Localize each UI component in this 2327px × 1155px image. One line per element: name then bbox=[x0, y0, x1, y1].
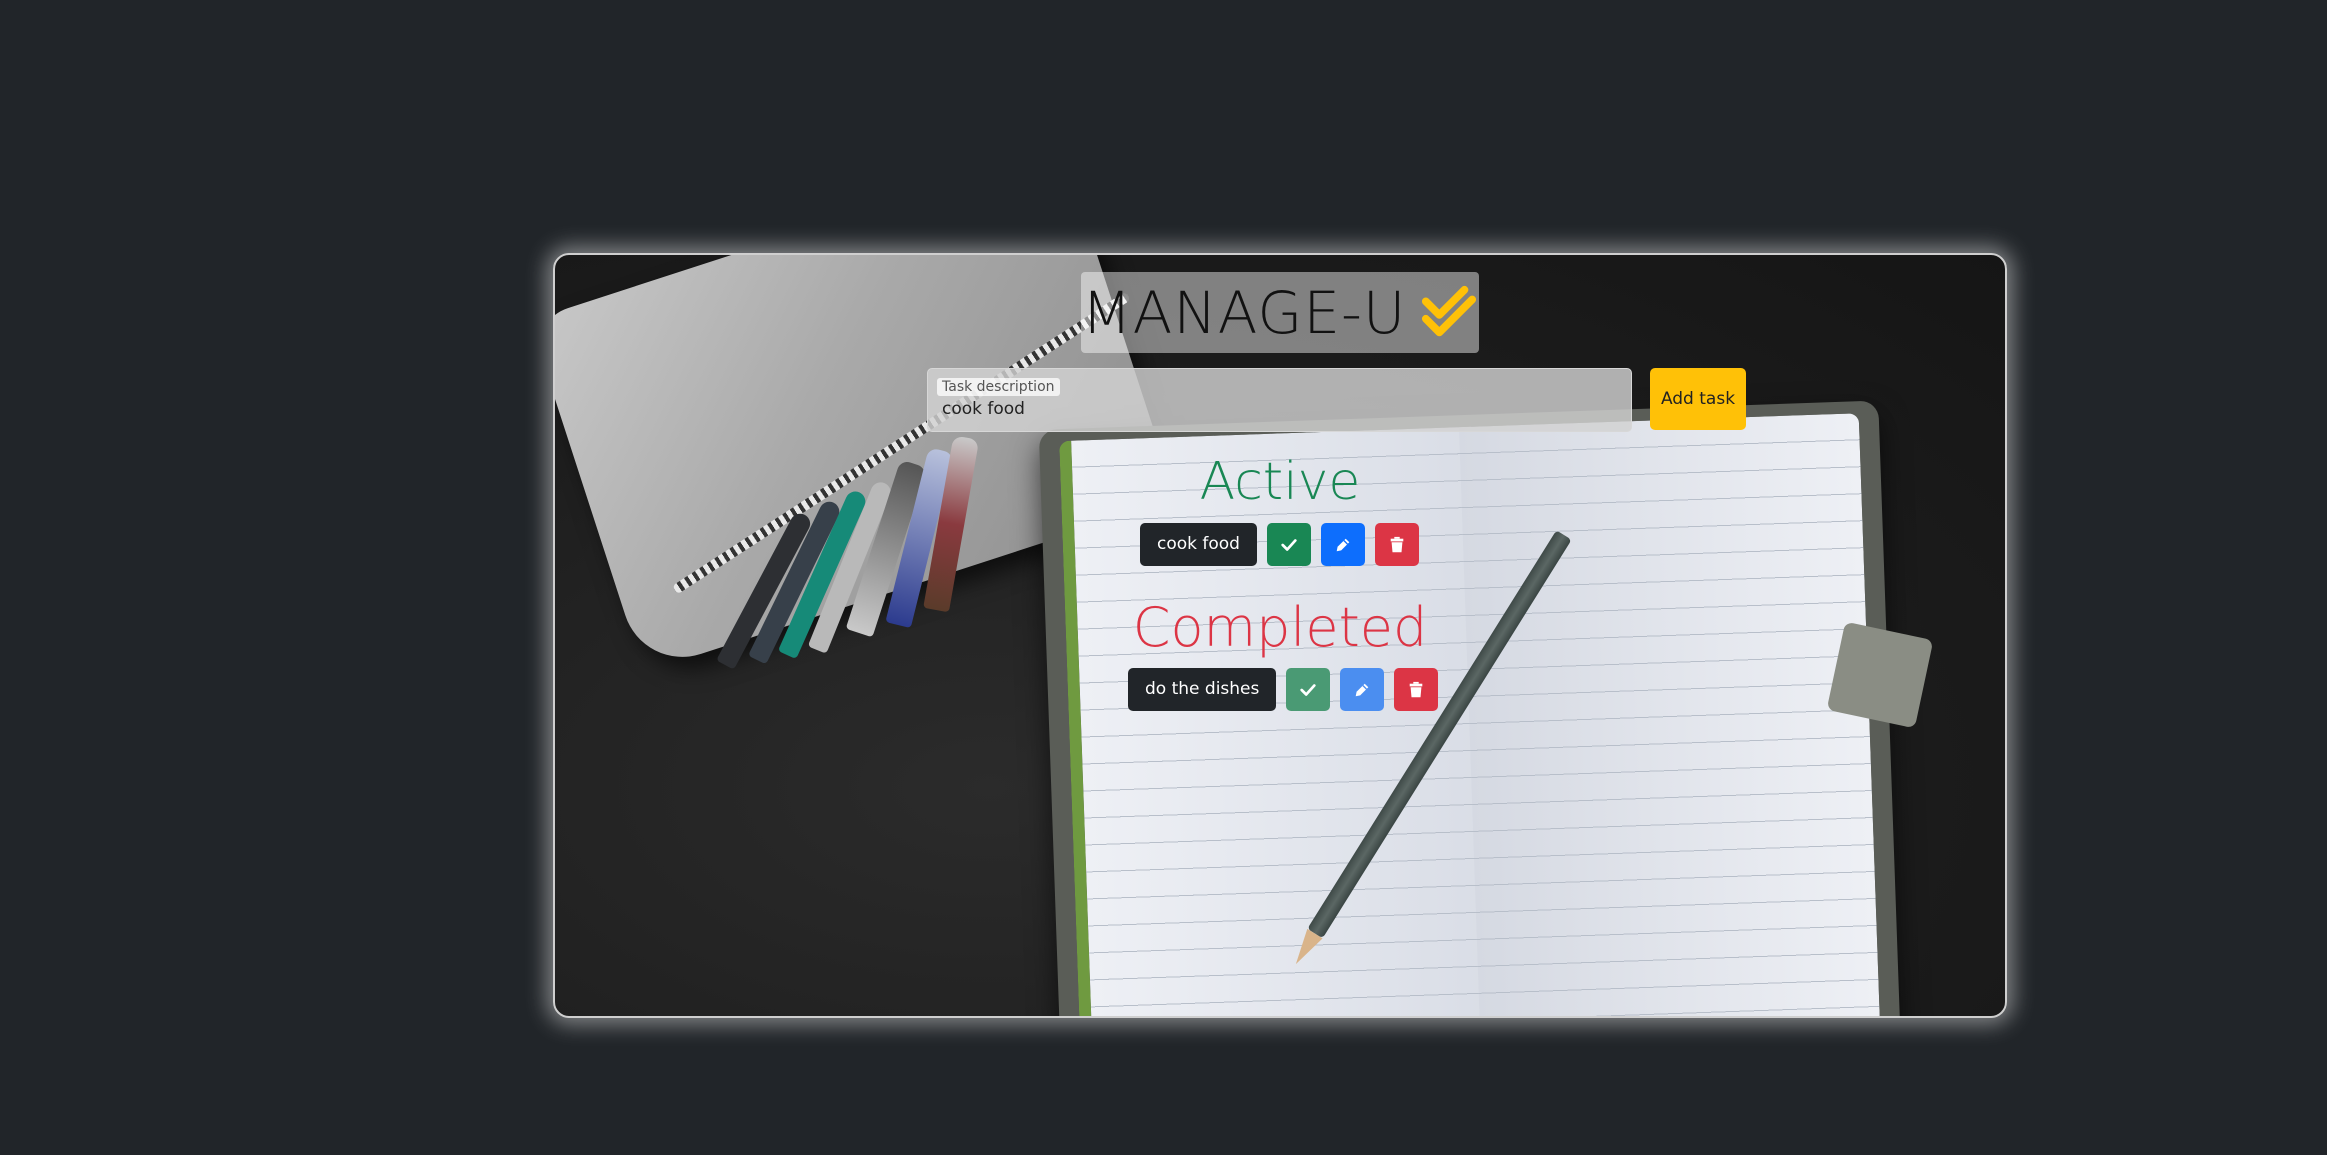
active-task-row: cook food bbox=[1140, 523, 1419, 566]
task-description-field[interactable]: Task description bbox=[927, 368, 1632, 432]
task-label: cook food bbox=[1140, 523, 1257, 566]
add-task-button[interactable]: Add task bbox=[1650, 368, 1746, 430]
completed-heading: Completed bbox=[1132, 596, 1428, 659]
pencil-icon bbox=[1336, 538, 1350, 551]
app-header: MANAGE-U bbox=[1081, 272, 1479, 353]
double-check-icon bbox=[1422, 285, 1477, 336]
notebook-left-page bbox=[1059, 426, 1494, 1016]
edit-task-button[interactable] bbox=[1320, 523, 1365, 566]
trash-icon bbox=[1410, 681, 1423, 697]
trash-icon bbox=[1390, 536, 1404, 552]
task-description-label: Task description bbox=[937, 378, 1060, 396]
delete-task-button[interactable] bbox=[1394, 668, 1439, 711]
edit-task-button[interactable] bbox=[1340, 668, 1385, 711]
complete-task-button[interactable] bbox=[1266, 523, 1311, 566]
delete-task-button[interactable] bbox=[1374, 523, 1419, 566]
task-description-input[interactable] bbox=[942, 399, 1602, 419]
check-icon bbox=[1281, 538, 1297, 551]
active-heading: Active bbox=[1199, 452, 1361, 512]
app-title: MANAGE-U bbox=[1081, 278, 1407, 347]
task-label: do the dishes bbox=[1128, 668, 1277, 711]
completed-task-row: do the dishes bbox=[1128, 668, 1439, 711]
notebook-strap-image bbox=[1826, 621, 1934, 729]
complete-task-button[interactable] bbox=[1286, 668, 1331, 711]
check-icon bbox=[1300, 683, 1317, 696]
pencil-icon bbox=[1356, 683, 1369, 696]
